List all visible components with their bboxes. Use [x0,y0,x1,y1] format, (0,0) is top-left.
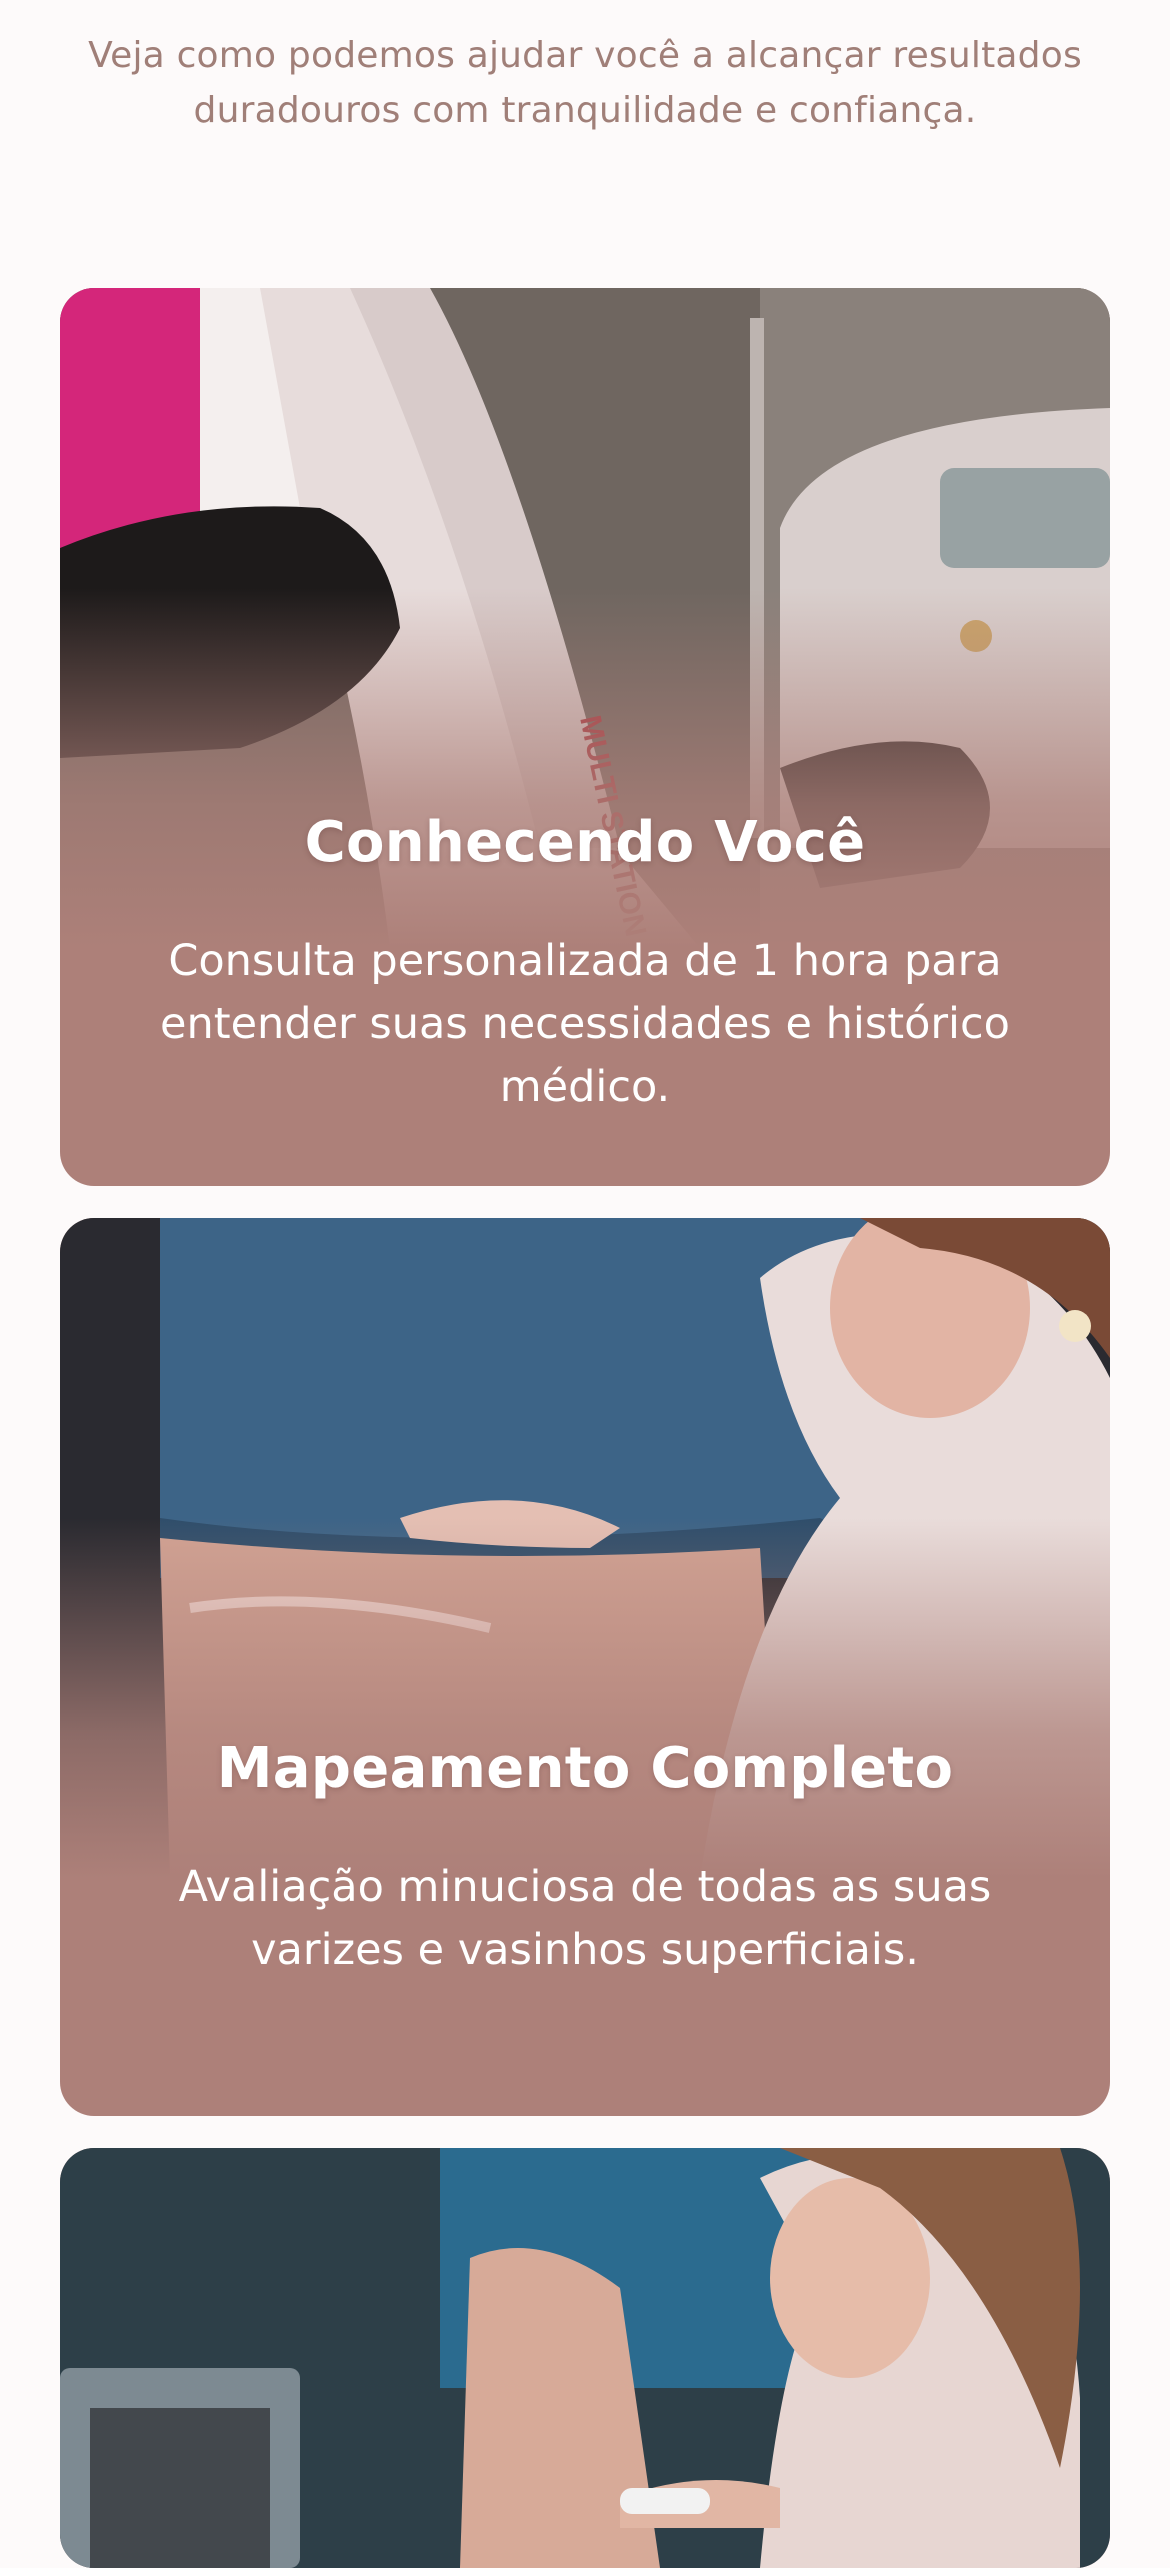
card-title: Mapeamento Completo [216,1736,954,1801]
card-title: Conhecendo Você [304,810,866,875]
service-card-mapeamento-completo[interactable]: Mapeamento Completo Avaliação minuciosa … [60,1218,1110,2116]
service-card-conhecendo-voce[interactable]: MULTI STATION Conhecendo Você Consulta p… [60,288,1110,1186]
ultrasound-exam-photo [60,2148,1110,2568]
intro-text: Veja como podemos ajudar você a alcançar… [88,35,1082,131]
service-card-third[interactable] [60,2148,1110,2568]
card-description: Avaliação minuciosa de todas as suas var… [178,1862,992,1975]
card-description: Consulta personalizada de 1 hora para en… [160,936,1010,1112]
